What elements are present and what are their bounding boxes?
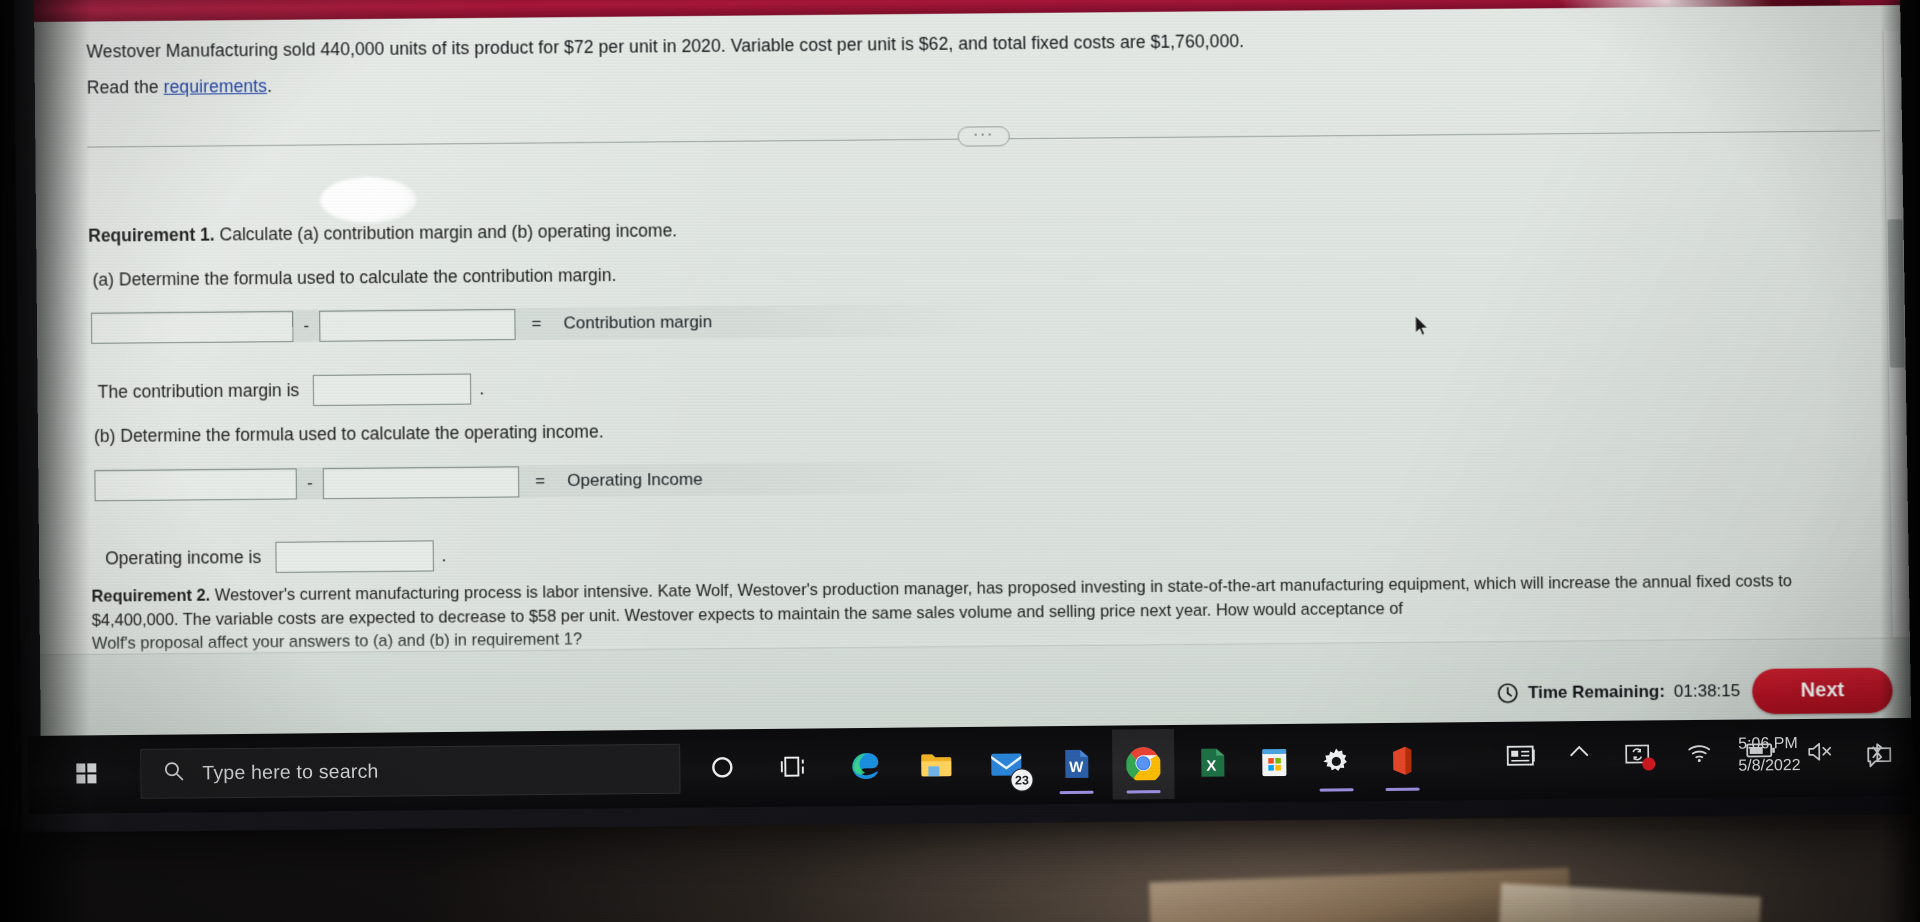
cm-answer-input[interactable] xyxy=(313,373,472,407)
contribution-margin-answer-row: The contribution margin is . xyxy=(97,373,484,408)
next-button[interactable]: Next xyxy=(1751,667,1893,715)
requirement-1-label: Requirement 1. xyxy=(88,224,215,246)
office-running-underline xyxy=(1385,787,1420,791)
microsoft-word-icon[interactable]: W xyxy=(1050,738,1102,795)
oi-answer-input[interactable] xyxy=(274,540,434,573)
read-suffix: . xyxy=(266,75,273,96)
cm-formula-input-2[interactable] xyxy=(319,308,516,342)
cm-formula-equals: = xyxy=(531,313,542,333)
cm-answer-label: The contribution margin is xyxy=(97,380,300,402)
taskbar-clock[interactable]: 5:06 PM 5/8/2022 xyxy=(1738,733,1834,778)
operating-income-answer-row: Operating income is . xyxy=(105,540,446,574)
collapse-toggle-button[interactable]: ··· xyxy=(957,125,1010,147)
mail-icon[interactable]: 23 xyxy=(980,738,1034,792)
requirement-1-text: Calculate (a) contribution margin and (b… xyxy=(214,220,678,245)
microsoft-store-icon[interactable] xyxy=(1248,736,1300,788)
microsoft-edge-icon[interactable] xyxy=(840,740,892,792)
mail-badge-count: 23 xyxy=(1010,768,1034,792)
read-prefix: Read the xyxy=(86,76,164,98)
clock-date: 5/8/2022 xyxy=(1738,756,1801,775)
clock-icon xyxy=(1497,682,1519,704)
time-remaining: Time Remaining: 01:38:15 xyxy=(1497,680,1741,704)
screen-glare-spot xyxy=(319,176,417,224)
cm-formula-operator: - xyxy=(303,315,310,335)
svg-text:X: X xyxy=(1206,758,1216,775)
word-running-underline xyxy=(1059,790,1094,795)
onedrive-sync-icon[interactable] xyxy=(1624,742,1656,771)
exercise-page: Westover Manufacturing sold 440,000 unit… xyxy=(34,5,1912,774)
action-center-icon[interactable] xyxy=(1866,746,1892,773)
requirements-link[interactable]: requirements xyxy=(164,76,268,97)
requirement-1-heading: Requirement 1. Calculate (a) contributio… xyxy=(88,220,677,246)
clock-time: 5:06 PM xyxy=(1738,735,1798,753)
oi-formula-input-2[interactable] xyxy=(322,465,520,499)
chrome-running-underline xyxy=(1126,790,1161,794)
search-input[interactable]: Type here to search xyxy=(140,743,681,799)
cortana-icon[interactable] xyxy=(696,741,748,793)
task-view-icon[interactable] xyxy=(768,740,820,792)
oi-formula-result-label: Operating Income xyxy=(567,469,703,490)
file-explorer-icon[interactable] xyxy=(910,739,962,791)
requirement-1a-prompt: (a) Determine the formula used to calcul… xyxy=(92,264,617,290)
oi-formula-input-1[interactable] xyxy=(94,467,297,501)
operating-income-formula-row: - = Operating Income xyxy=(94,464,718,502)
scrollbar-thumb[interactable] xyxy=(1887,219,1905,368)
windows-start-icon[interactable] xyxy=(66,753,106,793)
contribution-margin-formula-row: - = Contribution margin xyxy=(90,306,728,344)
settings-running-underline xyxy=(1319,788,1354,792)
read-requirements-line: Read the requirements. xyxy=(87,76,272,99)
browser-window: Westover Manufacturing sold 440,000 unit… xyxy=(34,0,1912,774)
oi-answer-label: Operating income is xyxy=(105,546,262,569)
wifi-icon[interactable] xyxy=(1686,742,1712,764)
oi-formula-operator: - xyxy=(306,473,313,493)
news-and-interests-icon[interactable] xyxy=(1506,744,1536,768)
time-remaining-value: 01:38:15 xyxy=(1673,681,1741,701)
google-chrome-icon[interactable] xyxy=(1117,737,1169,794)
microsoft-excel-icon[interactable]: X xyxy=(1186,736,1238,788)
settings-gear-icon[interactable] xyxy=(1310,735,1362,792)
search-icon xyxy=(163,761,184,787)
cm-answer-period: . xyxy=(479,378,485,399)
show-hidden-icons-chevron-icon[interactable] xyxy=(1568,743,1590,759)
time-remaining-label: Time Remaining: xyxy=(1527,681,1666,703)
requirement-1b-prompt: (b) Determine the formula used to calcul… xyxy=(93,421,604,447)
requirement-2-label: Requirement 2. xyxy=(91,586,211,606)
problem-statement: Westover Manufacturing sold 440,000 unit… xyxy=(86,31,1245,62)
search-placeholder: Type here to search xyxy=(202,760,379,784)
onedrive-error-badge xyxy=(1642,757,1656,771)
laptop-photo: Westover Manufacturing sold 440,000 unit… xyxy=(0,0,1920,922)
oi-formula-equals: = xyxy=(535,471,546,491)
svg-text:W: W xyxy=(1069,759,1084,776)
cm-formula-input-1[interactable] xyxy=(90,310,294,344)
office-icon[interactable] xyxy=(1376,735,1428,791)
oi-answer-period: . xyxy=(441,545,447,566)
cm-formula-result-label: Contribution margin xyxy=(563,312,713,333)
